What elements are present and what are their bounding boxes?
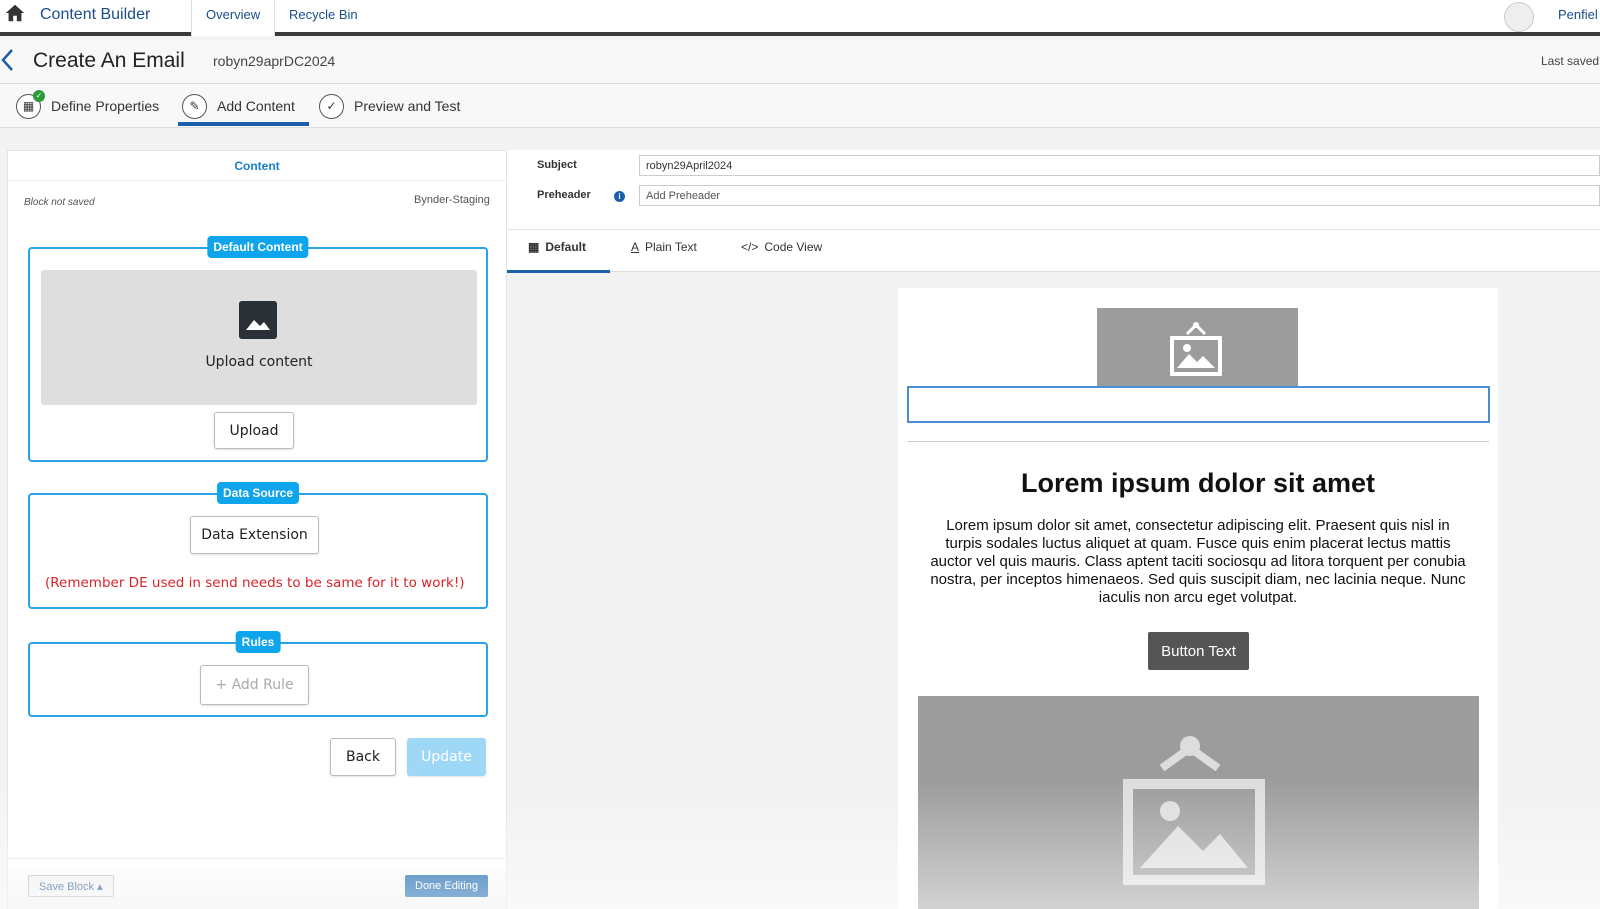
done-editing-button[interactable]: Done Editing bbox=[405, 875, 488, 897]
subject-label: Subject bbox=[537, 159, 577, 171]
rules-label: Rules bbox=[235, 631, 281, 653]
text-icon: A bbox=[631, 240, 640, 254]
properties-icon: ▦ ✓ bbox=[16, 89, 45, 119]
divider bbox=[908, 441, 1489, 442]
wizard-steps: ▦ ✓ Define Properties ✎ Add Content ✓ Pre… bbox=[0, 84, 1600, 128]
email-cta-button[interactable]: Button Text bbox=[1148, 632, 1249, 670]
app-title[interactable]: Content Builder bbox=[40, 6, 150, 24]
tab-recycle-bin[interactable]: Recycle Bin bbox=[275, 0, 372, 36]
header-image-placeholder[interactable] bbox=[1097, 308, 1298, 386]
step-label: Preview and Test bbox=[354, 98, 461, 114]
add-rule-button[interactable]: + Add Rule bbox=[200, 665, 309, 705]
active-step-indicator bbox=[178, 122, 309, 126]
active-tab-indicator bbox=[507, 270, 610, 273]
image-placeholder-icon bbox=[1170, 322, 1222, 376]
email-heading[interactable]: Lorem ipsum dolor sit amet bbox=[898, 468, 1498, 499]
selected-content-block[interactable] bbox=[907, 386, 1490, 423]
tab-default[interactable]: ▦ Default bbox=[528, 240, 586, 254]
back-arrow-icon[interactable] bbox=[0, 48, 16, 72]
layout-icon: ▦ bbox=[528, 240, 540, 254]
email-editor: Subject robyn29April2024 Preheader i Add… bbox=[507, 150, 1600, 909]
preheader-label: Preheader bbox=[537, 189, 591, 201]
info-icon[interactable]: i bbox=[614, 191, 625, 202]
step-label: Add Content bbox=[217, 98, 295, 114]
avatar[interactable] bbox=[1504, 2, 1534, 32]
default-content-box: Default Content Upload content Upload bbox=[28, 236, 488, 462]
email-meta: Subject robyn29April2024 Preheader i Add… bbox=[507, 150, 1600, 230]
tab-overview[interactable]: Overview bbox=[191, 0, 275, 36]
tab-code-view[interactable]: </> Code View bbox=[741, 240, 822, 254]
step-label: Define Properties bbox=[51, 98, 160, 114]
upload-button[interactable]: Upload bbox=[214, 412, 294, 449]
tab-label: Plain Text bbox=[645, 240, 697, 254]
rules-box: Rules + Add Rule bbox=[28, 631, 488, 717]
email-name: robyn29aprDC2024 bbox=[213, 53, 336, 69]
tab-plain-text[interactable]: A Plain Text bbox=[631, 240, 697, 254]
check-icon: ✓ bbox=[33, 89, 45, 102]
save-block-button[interactable]: Save Block ▴ bbox=[28, 875, 114, 897]
default-content-label: Default Content bbox=[207, 236, 309, 258]
data-extension-button[interactable]: Data Extension bbox=[190, 516, 319, 554]
update-button[interactable]: Update bbox=[407, 738, 486, 776]
last-saved-text: Last saved bbox=[1541, 54, 1600, 68]
content-panel: Content Block not saved Bynder-Staging D… bbox=[7, 150, 507, 909]
back-button[interactable]: Back bbox=[330, 738, 396, 776]
pencil-icon: ✎ bbox=[182, 93, 207, 119]
home-icon[interactable] bbox=[4, 2, 26, 24]
user-name[interactable]: Penfiel bbox=[1558, 7, 1598, 22]
upload-dropzone[interactable]: Upload content bbox=[41, 270, 477, 405]
content-source: Bynder-Staging bbox=[414, 194, 490, 206]
code-icon: </> bbox=[741, 240, 759, 254]
preheader-input[interactable]: Add Preheader bbox=[639, 185, 1600, 206]
view-tabs: ▦ Default A Plain Text </> Code View bbox=[507, 230, 1600, 273]
body-image-placeholder[interactable] bbox=[918, 696, 1479, 909]
tab-label: Default bbox=[545, 240, 587, 254]
image-placeholder-icon bbox=[1123, 736, 1265, 885]
checkmark-icon: ✓ bbox=[319, 93, 344, 119]
step-preview-and-test[interactable]: ✓ Preview and Test bbox=[319, 92, 460, 120]
top-nav: Content Builder Overview Recycle Bin Pen… bbox=[0, 0, 1600, 36]
step-add-content[interactable]: ✎ Add Content bbox=[182, 92, 295, 120]
step-define-properties[interactable]: ▦ ✓ Define Properties bbox=[16, 89, 160, 120]
data-source-box: Data Source Data Extension (Remember DE … bbox=[28, 482, 488, 609]
upload-content-text: Upload content bbox=[205, 354, 313, 370]
email-paragraph[interactable]: Lorem ipsum dolor sit amet, consectetur … bbox=[928, 517, 1468, 607]
email-canvas[interactable]: Lorem ipsum dolor sit amet Lorem ipsum d… bbox=[898, 288, 1498, 909]
subject-input[interactable]: robyn29April2024 bbox=[639, 155, 1600, 176]
image-icon bbox=[239, 301, 277, 339]
title-bar: Create An Email robyn29aprDC2024 Last sa… bbox=[0, 40, 1600, 84]
tab-label: Code View bbox=[764, 240, 823, 254]
content-panel-title: Content bbox=[8, 151, 506, 181]
data-source-note: (Remember DE used in send needs to be sa… bbox=[45, 575, 465, 591]
page-title: Create An Email bbox=[33, 49, 185, 72]
block-status: Block not saved bbox=[24, 197, 95, 208]
panel-footer: Save Block ▴ Done Editing bbox=[8, 858, 506, 909]
data-source-label: Data Source bbox=[216, 482, 300, 504]
